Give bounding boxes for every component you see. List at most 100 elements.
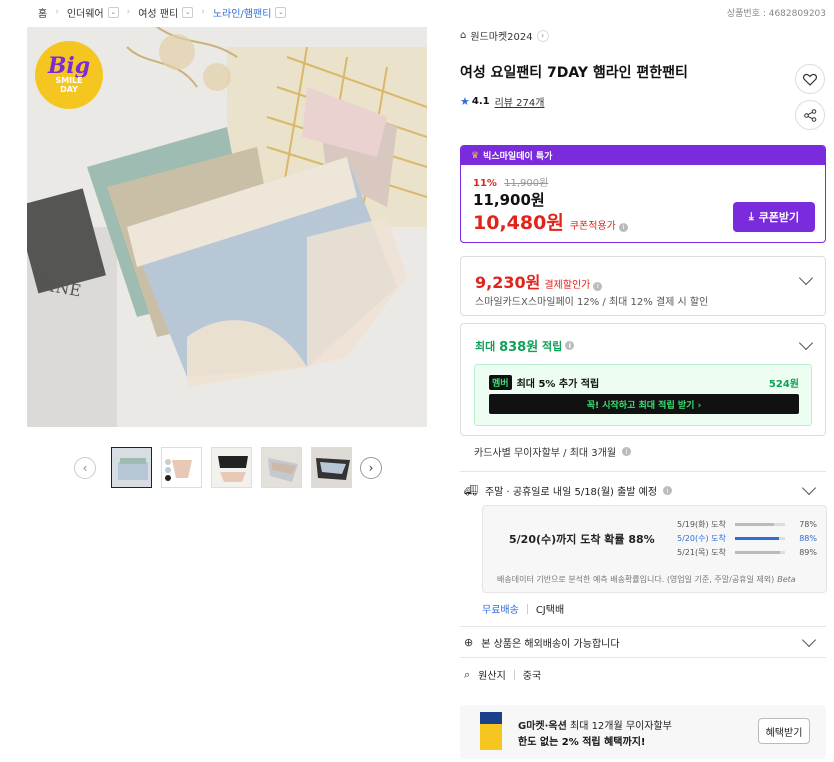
delivery-bar <box>735 522 785 526</box>
points-amount: 838원 <box>499 340 539 355</box>
shop-link[interactable]: ⌂ 원드마켓2024 › <box>460 28 549 43</box>
chevron-down-icon[interactable]: ⌄ <box>107 6 119 18</box>
divider <box>526 603 528 614</box>
points-prefix: 최대 <box>475 339 496 353</box>
get-coupon-button[interactable]: ⤓ 쿠폰받기 <box>733 202 815 232</box>
discount-percent: 11% <box>473 178 497 189</box>
breadcrumb-women-panties[interactable]: 여성 팬티 ⌄ <box>138 5 194 20</box>
wishlist-button[interactable] <box>795 64 825 94</box>
free-shipping-label: 무료배송 <box>482 605 519 616</box>
payment-desc: 스마일카드X스마일페이 12% / 최대 12% 결제 시 할인 <box>475 297 709 308</box>
breadcrumb-label: 여성 팬티 <box>138 8 179 20</box>
chevron-down-icon[interactable]: ⌄ <box>182 6 194 18</box>
breadcrumb-label: 홈 <box>38 8 48 20</box>
carrier-label: CJ택배 <box>535 605 565 616</box>
rating-score: 4.1 <box>471 96 490 107</box>
info-icon[interactable]: i <box>622 447 632 456</box>
breadcrumb: 홈 › 인더웨어 ⌄ › 여성 팬티 ⌄ › 노라인/햄팬티 ⌄ <box>38 4 287 20</box>
thumbnail-4[interactable] <box>260 447 302 488</box>
delivery-row: 5/21(목) 도착 89% <box>677 545 817 559</box>
next-thumb-button[interactable]: › <box>360 456 382 479</box>
payment-price-row: 9,230원 결제할인가 i <box>475 269 603 293</box>
membership-start-button[interactable]: 꼭! 시작하고 최대 적립 받기 › <box>489 394 799 414</box>
delivery-pct: 89% <box>799 547 817 557</box>
breadcrumb-label: 노라인/햄팬티 <box>212 8 272 20</box>
delivery-bar <box>735 536 785 540</box>
chevron-right-icon: › <box>536 29 549 42</box>
promo-line1-bold: G마켓·옥션 <box>518 721 567 732</box>
breadcrumb-home[interactable]: 홈 <box>38 5 47 20</box>
overseas-text: 본 상품은 해외배송이 가능합니다 <box>481 639 620 650</box>
divider <box>460 626 826 627</box>
special-deal-box: ♛ 빅스마일데이 특가 11% 11,900원 11,900원 10,480원 … <box>460 145 826 243</box>
points-box: 최대 838원 적립 i 멤버 최대 5% 추가 적립 524원 꼭! 시작하고… <box>460 323 826 436</box>
home-icon: ⌂ <box>460 30 467 41</box>
promo-line1-rest: 최대 12개월 무이자할부 <box>566 721 672 732</box>
search-icon: ⌕ <box>464 667 471 681</box>
coupon-price-row: 10,480원 쿠폰적용가 i <box>473 208 628 235</box>
thumbnail-1[interactable] <box>110 447 152 488</box>
beta-label: Beta <box>777 575 796 584</box>
get-benefit-button[interactable]: 혜택받기 <box>758 718 810 744</box>
overseas-shipping-row[interactable]: ⊕ 본 상품은 해외배송이 가능합니다 <box>464 635 620 650</box>
delivery-note: 배송데이터 기반으로 분석한 예측 배송확률입니다. (영업일 기준, 주말/공… <box>497 574 796 585</box>
payment-price: 9,230원 <box>475 273 541 292</box>
origin-row: ⌕ 원산지 중국 <box>464 667 541 683</box>
membership-points: 524원 <box>768 379 799 390</box>
prev-thumb-button[interactable]: ‹ <box>74 456 96 479</box>
thumbnail-2[interactable] <box>160 447 202 488</box>
chevron-left-icon: ‹ <box>82 460 88 475</box>
thumbnail-image <box>211 448 251 487</box>
promo-line2: 한도 없는 2% 적립 혜택까지! <box>518 737 646 748</box>
membership-box: 멤버 최대 5% 추가 적립 524원 꼭! 시작하고 최대 적립 받기 › <box>474 364 812 426</box>
info-icon[interactable]: i <box>618 222 628 232</box>
discount-row: 11% 11,900원 <box>473 174 548 189</box>
points-suffix: 적립 <box>542 339 563 353</box>
delivery-row: 5/19(화) 도착 78% <box>677 517 817 531</box>
thumbnail-image <box>111 448 151 487</box>
chevron-down-icon[interactable] <box>801 480 817 496</box>
thumbnail-5[interactable] <box>310 447 352 488</box>
info-icon[interactable]: i <box>565 341 575 350</box>
delivery-bar-fill <box>735 550 780 554</box>
delivery-rows: 5/19(화) 도착 78% 5/20(수) 도착 88% 5/21(목) 도착… <box>677 517 817 559</box>
shop-name: 원드마켓2024 <box>470 32 533 43</box>
sale-price: 11,900원 <box>473 191 545 209</box>
download-icon: ⤓ <box>748 210 754 223</box>
delivery-date: 5/20(수) 도착 <box>677 533 726 543</box>
delivery-note-text: 배송데이터 기반으로 분석한 예측 배송확률입니다. (영업일 기준, 주말/공… <box>497 575 775 584</box>
product-title: 여성 요일팬티 7DAY 햄라인 편한팬티 <box>460 65 688 81</box>
rating: ★ 4.1 리뷰 274개 <box>460 94 544 109</box>
breadcrumb-label: 인더웨어 <box>66 8 104 20</box>
payment-discount-box[interactable]: 9,230원 결제할인가 i 스마일카드X스마일페이 12% / 최대 12% … <box>460 256 826 316</box>
breadcrumb-noline[interactable]: 노라인/햄팬티 ⌄ <box>213 5 287 20</box>
delivery-prediction-box: 5/20(수)까지 도착 확률 88% 5/19(화) 도착 78% 5/20(… <box>482 505 827 593</box>
review-count-link[interactable]: 리뷰 274개 <box>495 94 545 109</box>
breadcrumb-innerwear[interactable]: 인더웨어 ⌄ <box>67 5 119 20</box>
info-icon[interactable]: i <box>593 281 603 291</box>
delivery-probability: 5/20(수)까지 도착 확률 88% <box>509 533 655 546</box>
shipping-headline[interactable]: 🚚︎ 주말 · 공휴일로 내일 5/18(월) 출발 예정 i <box>464 483 673 498</box>
globe-icon: ⊕ <box>464 636 474 649</box>
delivery-row: 5/20(수) 도착 88% <box>677 531 817 545</box>
product-main-image[interactable]: EINE Big SMILE DAY <box>27 27 427 427</box>
chevron-down-icon[interactable]: ⌄ <box>275 6 287 18</box>
membership-logo: 멤버 <box>489 375 512 390</box>
membership-row: 멤버 최대 5% 추가 적립 <box>489 375 599 390</box>
shipping-headline-text: 주말 · 공휴일로 내일 5/18(월) 출발 예정 <box>484 487 658 498</box>
share-button[interactable] <box>795 100 825 130</box>
payment-price-label: 결제할인가 <box>544 280 591 291</box>
chevron-right-icon: › <box>201 7 205 17</box>
badge-line1: SMILE <box>55 76 83 85</box>
chevron-down-icon[interactable] <box>801 632 817 648</box>
shipping-links: 무료배송 CJ택배 <box>482 601 564 616</box>
coupon-button-label: 쿠폰받기 <box>758 211 800 224</box>
chevron-down-icon[interactable] <box>798 335 814 351</box>
thumbnail-image <box>261 448 301 487</box>
info-icon[interactable]: i <box>663 486 673 495</box>
origin-label: 원산지 <box>478 671 506 682</box>
chevron-down-icon[interactable] <box>798 270 814 286</box>
heart-icon <box>803 73 817 86</box>
thumbnail-3[interactable] <box>210 447 252 488</box>
delivery-date: 5/19(화) 도착 <box>677 519 726 529</box>
